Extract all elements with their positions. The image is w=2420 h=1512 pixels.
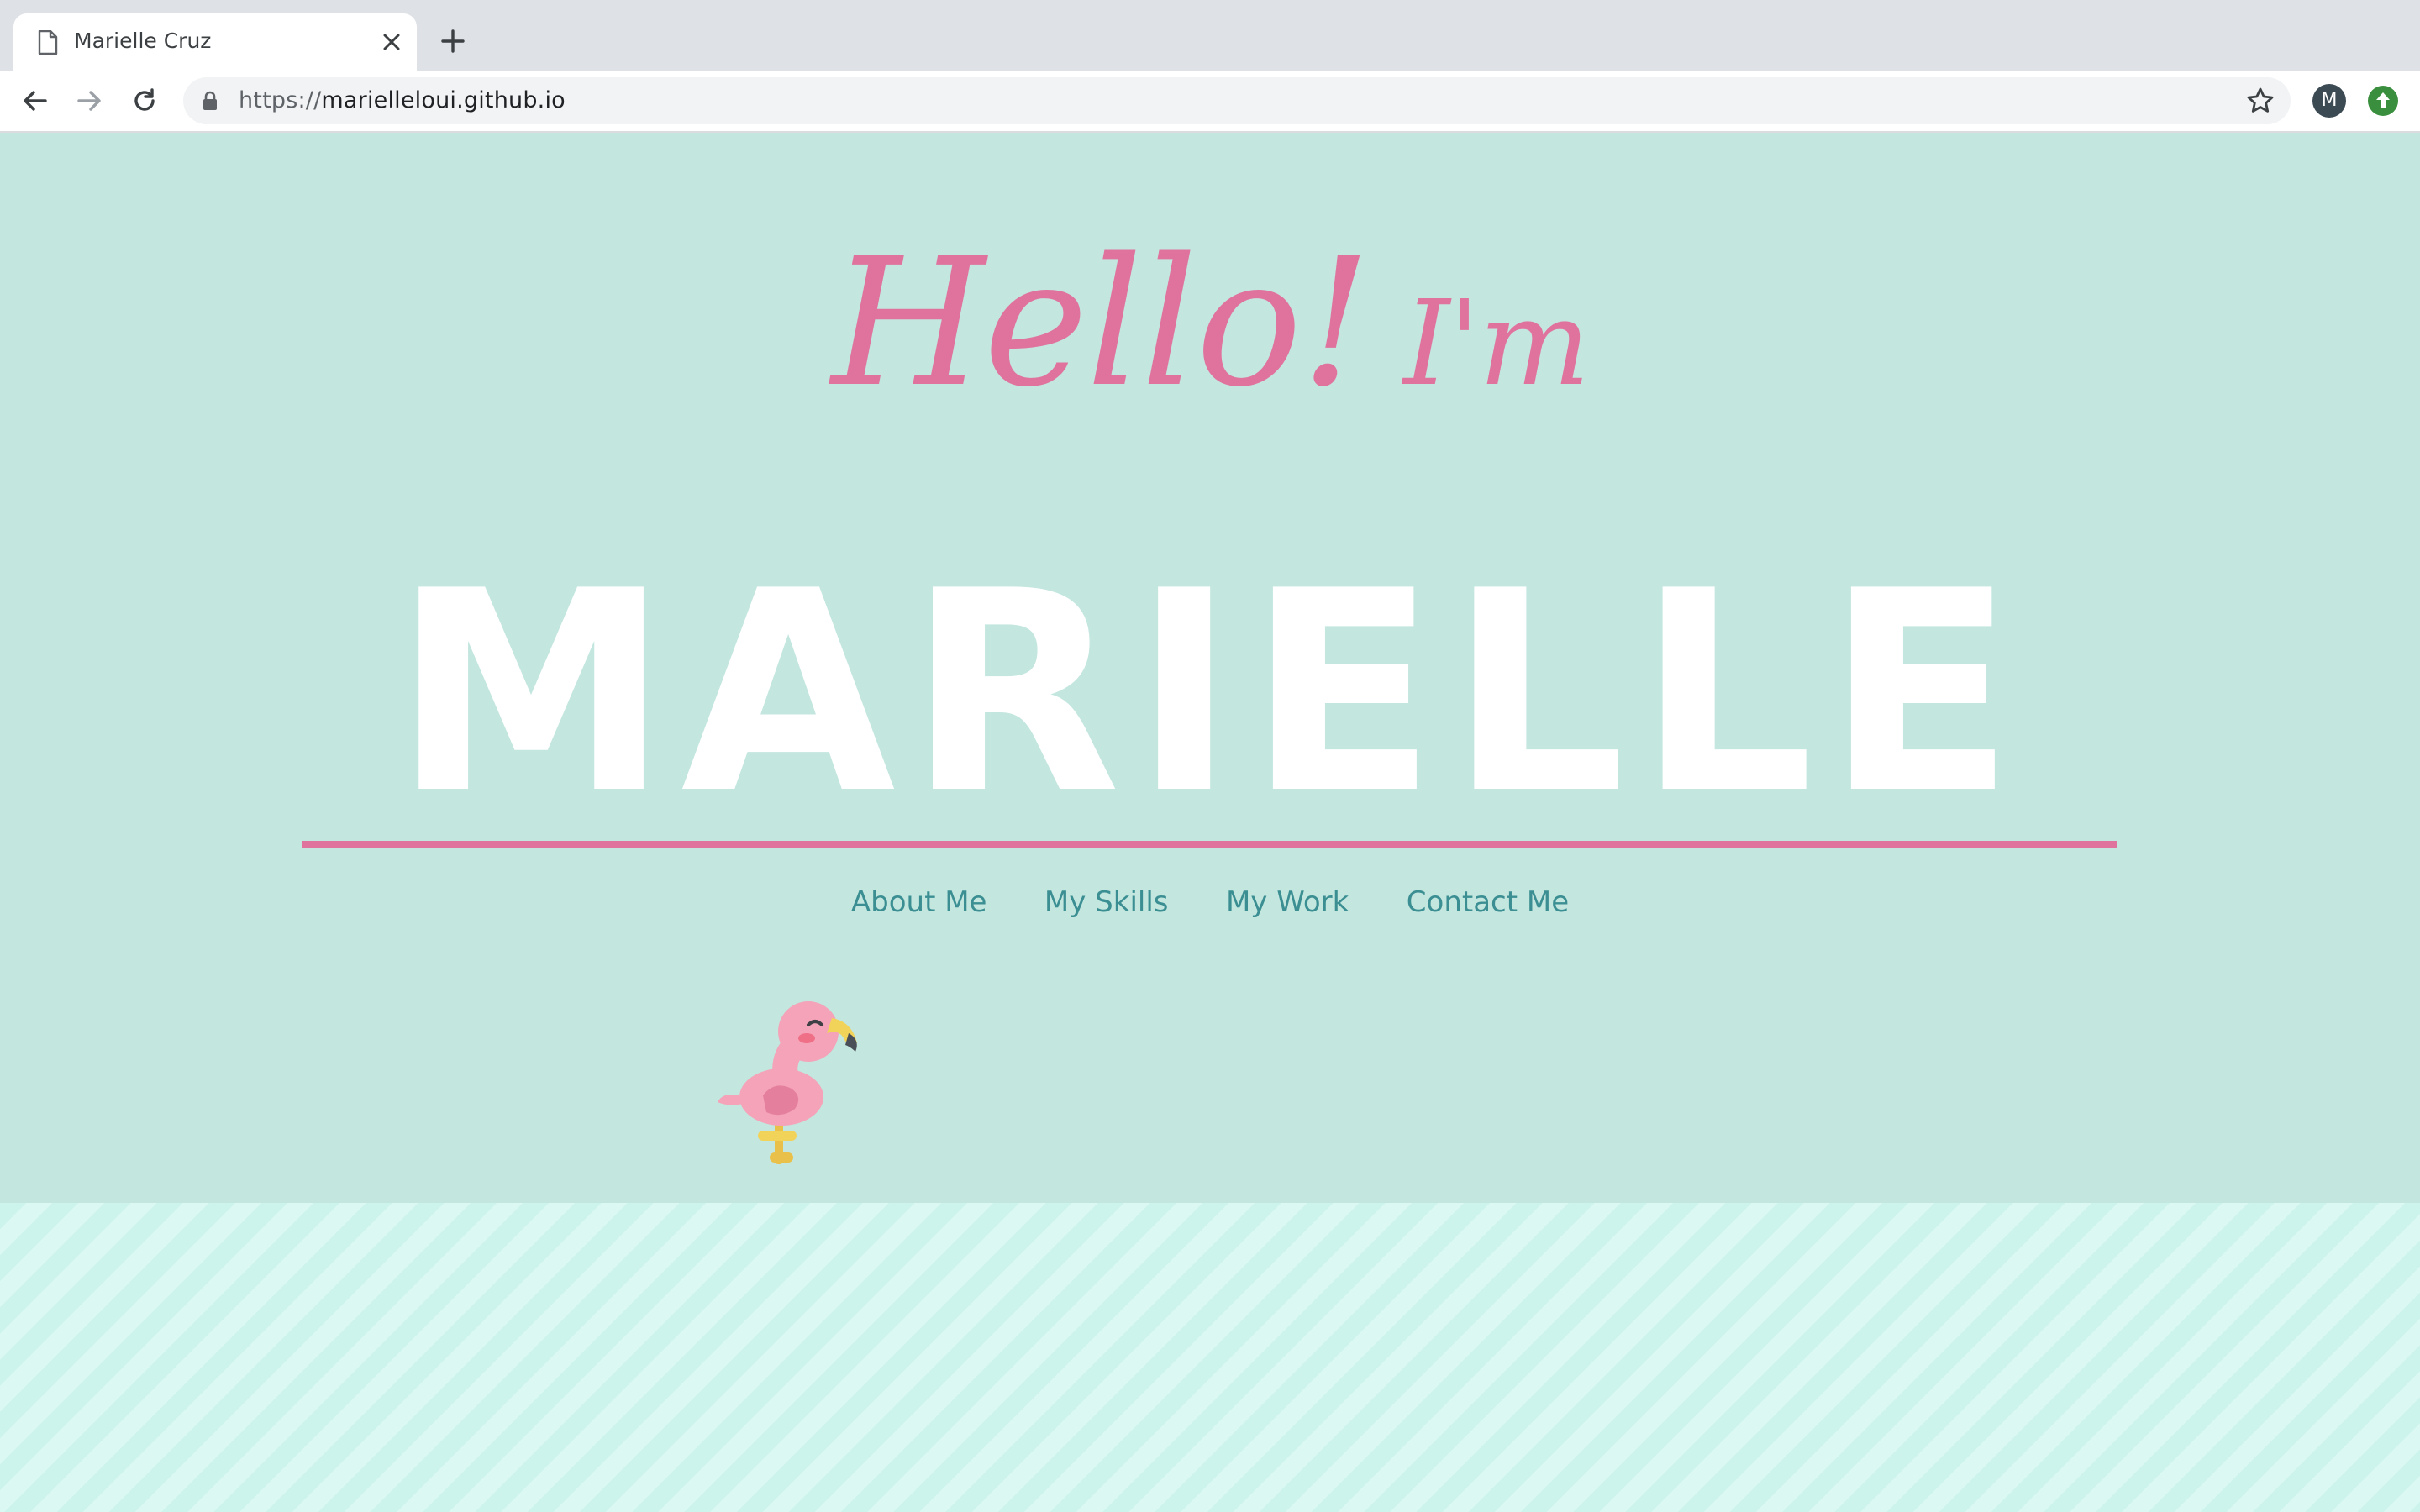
striped-section: [0, 1203, 2420, 1512]
new-tab-icon[interactable]: [440, 29, 466, 54]
address-bar[interactable]: https://marielleloui.github.io: [183, 77, 2291, 124]
nav-about-me[interactable]: About Me: [851, 885, 987, 919]
greeting-suffix: I'm: [1403, 276, 1591, 412]
reload-icon[interactable]: [129, 86, 160, 116]
browser-tab-strip: Marielle Cruz: [0, 0, 2420, 71]
nav-contact-me[interactable]: Contact Me: [1407, 885, 1569, 919]
forward-arrow-icon[interactable]: [74, 86, 104, 116]
pink-divider: [302, 841, 2118, 848]
profile-avatar[interactable]: M: [2312, 84, 2346, 118]
flamingo-illustration: [718, 1001, 857, 1164]
nav-my-work[interactable]: My Work: [1226, 885, 1349, 919]
url-host: marielleloui.github.io: [321, 87, 566, 113]
url-scheme: https://: [239, 87, 322, 113]
extension-upload-icon[interactable]: [2366, 84, 2400, 118]
tab-title: Marielle Cruz: [74, 29, 212, 53]
browser-tab[interactable]: Marielle Cruz: [13, 13, 417, 71]
greeting-text: Hello!: [831, 220, 1371, 426]
browser-toolbar: https://marielleloui.github.io: [0, 71, 2420, 133]
nav-my-skills[interactable]: My Skills: [1044, 885, 1169, 919]
lock-icon[interactable]: [202, 91, 218, 111]
main-nav: About Me My Skills My Work Contact Me: [0, 885, 2420, 919]
url-text[interactable]: https://marielleloui.github.io: [239, 87, 566, 113]
back-arrow-icon[interactable]: [20, 86, 50, 116]
bookmark-star-icon[interactable]: [2245, 86, 2275, 116]
close-tab-icon[interactable]: [381, 32, 402, 52]
greeting-heading: Hello! I'm: [0, 220, 2420, 426]
name-heading: MARIELLE: [392, 532, 2028, 854]
document-icon: [38, 30, 58, 55]
